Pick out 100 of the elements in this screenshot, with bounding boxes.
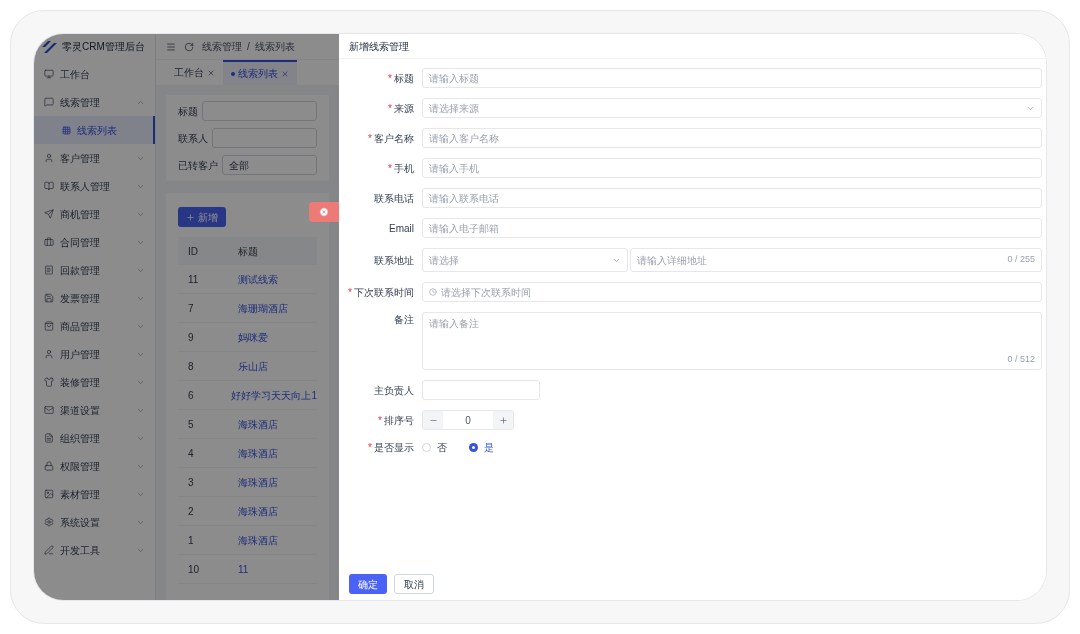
radio-option[interactable]: 是 [469,440,494,455]
sidebar-item[interactable]: 工作台 [34,60,155,88]
table-cell-text: 7 [187,301,195,316]
column-header: 标题 [238,244,258,259]
sidebar-item[interactable]: 组织管理 [34,424,155,452]
sidebar-item[interactable]: 商品管理 [34,312,155,340]
book-icon [44,181,54,191]
file-icon [44,433,54,443]
page-tab[interactable]: 线索列表 [223,60,297,85]
filter-field[interactable]: 全部 [222,155,317,175]
sidebar-item[interactable]: 商机管理 [34,200,155,228]
table-cell-text: 6 [187,388,195,403]
field-label: * 客户名称 [367,131,414,146]
close-icon[interactable] [207,68,215,77]
radio-option[interactable]: 否 [422,440,447,455]
title-link[interactable]: 海珠酒店 [238,416,278,432]
text-input[interactable]: 请输入电子邮箱 [422,218,1042,238]
shirt-icon [44,377,54,387]
sidebar-item[interactable]: 系统设置 [34,508,155,536]
text-input[interactable]: 请输入标题 [422,68,1042,88]
sidebar-item[interactable]: 装修管理 [34,368,155,396]
title-link[interactable]: 11 [238,561,249,577]
bag-icon [44,321,54,331]
title-link[interactable]: 海珠酒店 [238,503,278,519]
cancel-button[interactable]: 取消 [394,574,434,594]
field-label: 联系电话 [373,191,414,206]
field-label: * 标题 [387,71,414,86]
close-icon[interactable] [281,69,289,78]
lock-icon [44,461,54,471]
title-link[interactable]: 妈咪爱 [238,329,268,345]
sidebar-item[interactable]: 渠道设置 [34,396,155,424]
table-cell-text: 2 [187,504,195,519]
menu-icon[interactable] [166,41,176,52]
user-icon [44,349,54,359]
sidebar-item[interactable]: 用户管理 [34,340,155,368]
field-label: Email [388,221,414,236]
title-link[interactable]: 好好学习天天向上1 [231,387,317,403]
clock-icon [429,288,437,296]
sidebar-item[interactable]: 回款管理 [34,256,155,284]
title-link[interactable]: 海珠酒店 [238,474,278,490]
title-link[interactable]: 海珠酒店 [238,532,278,548]
sidebar-item[interactable]: 联系人管理 [34,172,155,200]
text-input[interactable]: 请输入客户名称 [422,128,1042,148]
field-label: * 是否显示 [367,441,414,455]
sidebar-item[interactable]: 合同管理 [34,228,155,256]
page-tab[interactable]: 工作台 [166,60,223,85]
datetime-field[interactable]: 请选择下次联系时间 [422,282,1042,302]
sidebar-item[interactable]: 线索管理 [34,88,155,116]
field-label: 备注 [393,313,414,327]
select-field[interactable]: 请选择来源 [422,98,1042,118]
sidebar-item[interactable]: 素材管理 [34,480,155,508]
radio-button[interactable] [469,443,478,452]
text-input[interactable]: 请输入联系电话 [422,188,1042,208]
app-title: 零灵CRM管理后台 [62,40,145,54]
title-link[interactable]: 海珠酒店 [238,445,278,461]
confirm-button[interactable]: 确定 [349,574,387,594]
region-select[interactable]: 请选择 [422,248,628,272]
close-button[interactable] [309,202,339,222]
required-mark: * [378,414,382,426]
title-link[interactable]: 测试线索 [238,271,278,287]
plus-icon [186,212,195,222]
table-cell-text: 10 [187,562,201,577]
sidebar-item[interactable]: 开发工具 [34,536,155,564]
filter-field[interactable] [202,101,317,121]
save-icon [44,293,54,303]
sidebar-item[interactable]: 权限管理 [34,452,155,480]
mail-icon [44,405,54,415]
text-input[interactable]: 请输入手机 [422,158,1042,178]
table-cell-text: 4 [187,446,195,461]
field-label: * 排序号 [377,413,414,428]
close-icon [319,207,329,217]
field-label: * 下次联系时间 [347,285,414,300]
sidebar-item[interactable]: 客户管理 [34,144,155,172]
sidebar-subitem[interactable]: 线索列表 [34,116,155,144]
breadcrumb-item: / [247,40,250,54]
logo-icon [40,39,58,54]
drawer-title: 新增线索管理 [349,39,409,54]
breadcrumb-item: 线索列表 [254,40,295,54]
grid-icon [62,125,71,135]
required-mark: * [348,286,352,298]
required-mark: * [388,72,392,84]
breadcrumb-item: 线索管理 [202,40,242,54]
field-label: * 手机 [387,161,414,176]
filter-field[interactable] [212,128,317,148]
send-icon [44,209,54,219]
sidebar-item[interactable]: 发票管理 [34,284,155,312]
field-label: 主负责人 [373,383,414,398]
title-link[interactable]: 海珊瑚酒店 [238,300,288,316]
refresh-icon[interactable] [184,41,194,52]
new-button[interactable]: 新增 [178,207,226,227]
image-icon [44,489,54,499]
title-link[interactable]: 乐山店 [238,358,268,374]
settings-icon [44,517,54,527]
notes-textarea[interactable]: 请输入备注 0 / 512 [422,312,1042,370]
owner-input[interactable] [422,380,540,400]
user-icon [44,153,54,163]
address-input[interactable]: 请输入详细地址 0 / 255 [630,248,1042,272]
table-cell-text: 8 [187,359,195,374]
required-mark: * [388,162,392,174]
filter-label: 标题 [178,104,198,119]
